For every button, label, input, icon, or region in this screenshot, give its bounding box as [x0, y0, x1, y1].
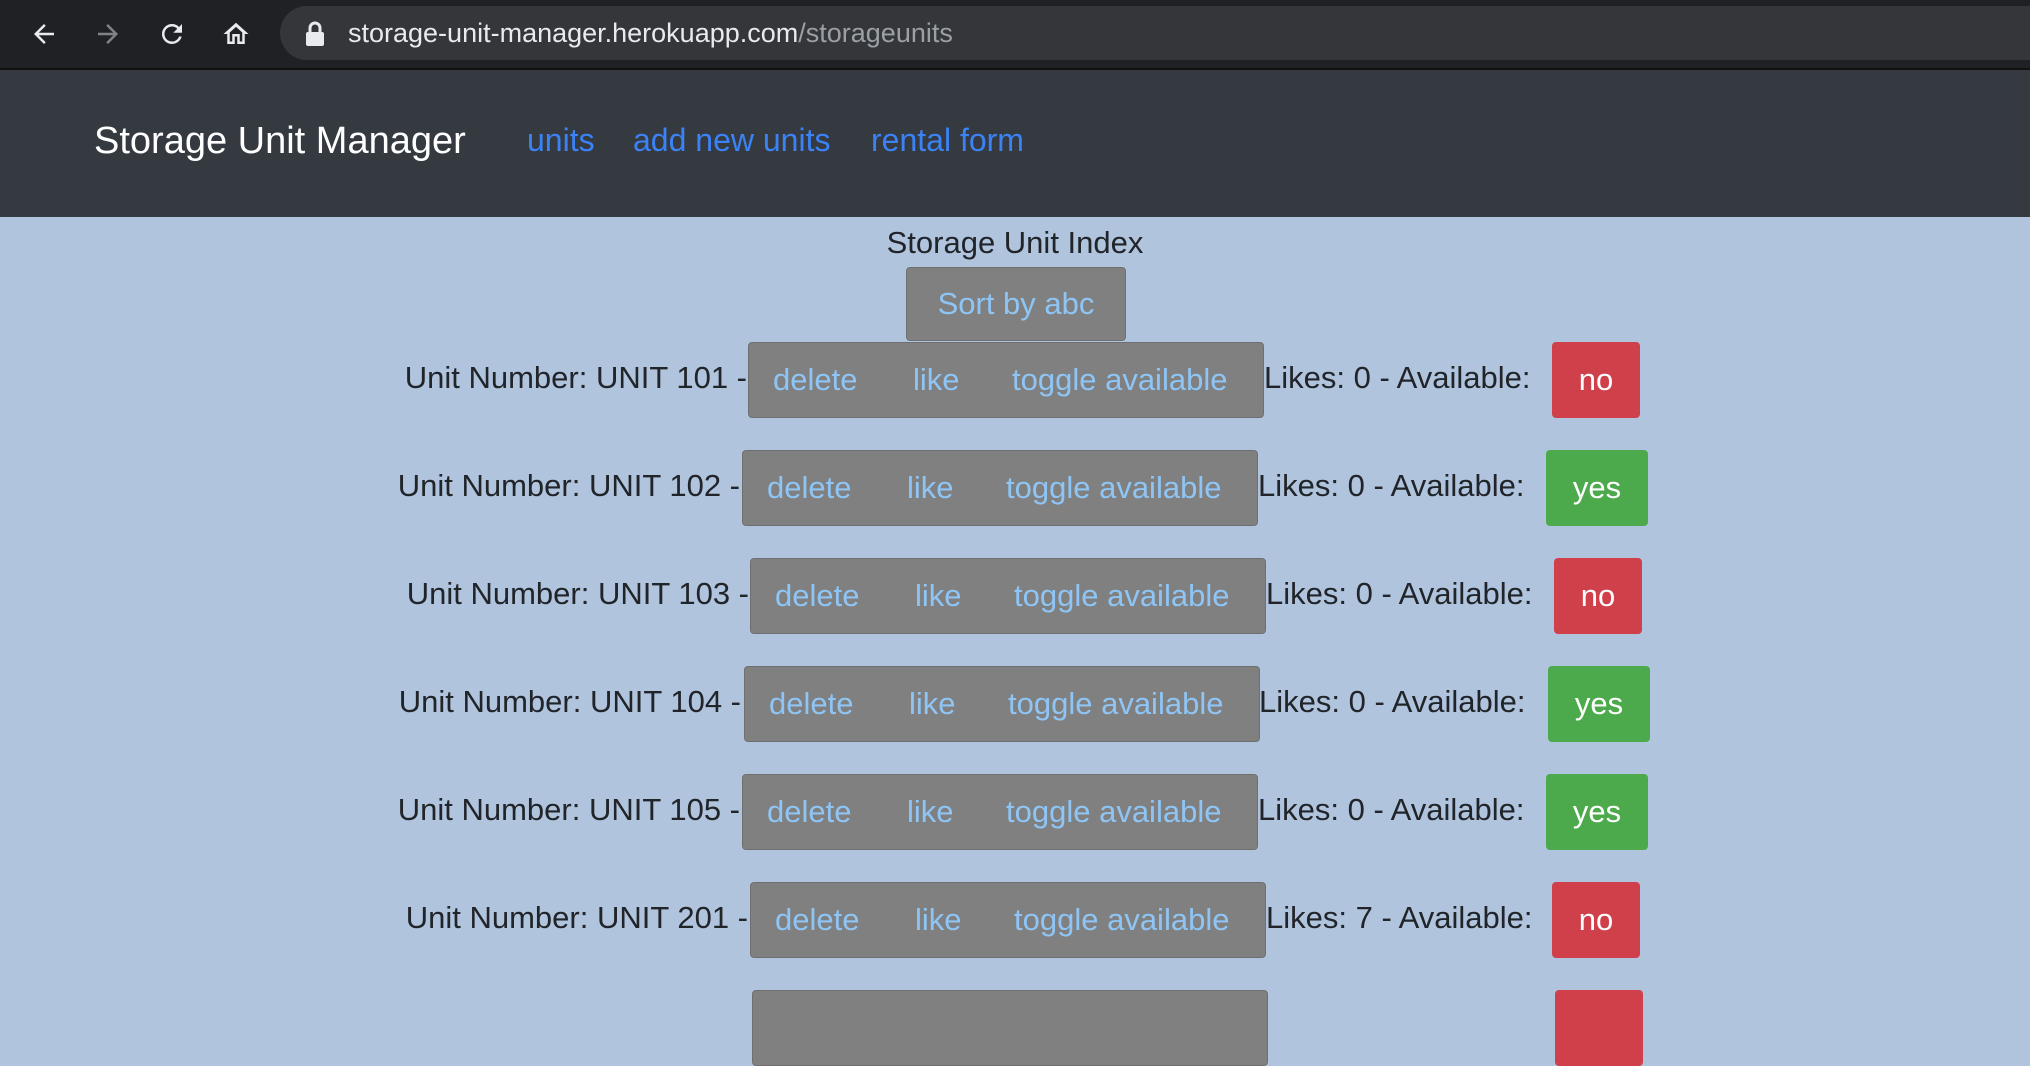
page-title: Storage Unit Index [886, 225, 1144, 260]
nav-link-add-new-units[interactable]: add new units [633, 122, 830, 159]
unit-row: Unit Number: UNIT 102 - delete like togg… [0, 450, 2030, 526]
available-badge: yes [1546, 774, 1648, 850]
unit-action-group: delete like toggle available [742, 774, 1258, 850]
toggle-available-button[interactable]: toggle available [1006, 470, 1221, 506]
url-path: /storageunits [798, 18, 953, 48]
toggle-available-button[interactable]: toggle available [1012, 362, 1227, 398]
unit-number-label: Unit Number: UNIT 103 - [406, 576, 749, 611]
unit-number-label: Unit Number: UNIT 101 - [404, 360, 747, 395]
delete-button[interactable]: delete [775, 902, 859, 938]
available-badge: yes [1546, 450, 1648, 526]
available-badge: no [1552, 882, 1640, 958]
available-badge: yes [1548, 666, 1650, 742]
unit-stats: Likes: 0 - Available: [1258, 468, 1525, 503]
like-button[interactable]: like [913, 362, 960, 398]
home-icon[interactable] [214, 12, 258, 56]
unit-stats: Likes: 0 - Available: [1259, 684, 1526, 719]
like-button[interactable]: like [915, 578, 962, 614]
unit-action-group: delete like toggle available [750, 558, 1266, 634]
reload-icon[interactable] [150, 12, 194, 56]
unit-row-partial [0, 990, 2030, 1066]
unit-action-group [752, 990, 1268, 1066]
unit-number-label: Unit Number: UNIT 102 - [397, 468, 740, 503]
like-button[interactable]: like [907, 470, 954, 506]
nav-link-units[interactable]: units [527, 122, 595, 159]
unit-action-group: delete like toggle available [748, 342, 1264, 418]
url-text[interactable]: storage-unit-manager.herokuapp.com/stora… [348, 14, 953, 52]
toggle-available-button[interactable]: toggle available [1006, 794, 1221, 830]
unit-stats: Likes: 7 - Available: [1266, 900, 1533, 935]
browser-toolbar: storage-unit-manager.herokuapp.com/stora… [0, 0, 2030, 70]
delete-button[interactable]: delete [767, 470, 851, 506]
app-navbar: Storage Unit Manager units add new units… [0, 70, 2030, 217]
available-badge: no [1552, 342, 1640, 418]
unit-row: Unit Number: UNIT 101 - delete like togg… [0, 342, 2030, 418]
nav-link-rental-form[interactable]: rental form [871, 122, 1024, 159]
unit-action-group: delete like toggle available [744, 666, 1260, 742]
delete-button[interactable]: delete [769, 686, 853, 722]
main-content: Storage Unit Index Sort by abc Unit Numb… [0, 217, 2030, 1066]
forward-arrow-icon[interactable] [86, 12, 130, 56]
unit-row: Unit Number: UNIT 104 - delete like togg… [0, 666, 2030, 742]
unit-action-group: delete like toggle available [750, 882, 1266, 958]
unit-action-group: delete like toggle available [742, 450, 1258, 526]
unit-number-label: Unit Number: UNIT 105 - [397, 792, 740, 827]
delete-button[interactable]: delete [775, 578, 859, 614]
url-host: storage-unit-manager.herokuapp.com [348, 18, 799, 48]
toggle-available-button[interactable]: toggle available [1008, 686, 1223, 722]
like-button[interactable]: like [915, 902, 962, 938]
brand-title[interactable]: Storage Unit Manager [94, 120, 466, 163]
sort-button[interactable]: Sort by abc [906, 267, 1126, 341]
lock-icon [304, 21, 326, 47]
unit-row: Unit Number: UNIT 105 - delete like togg… [0, 774, 2030, 850]
unit-row: Unit Number: UNIT 201 - delete like togg… [0, 882, 2030, 958]
toggle-available-button[interactable]: toggle available [1014, 578, 1229, 614]
back-arrow-icon[interactable] [22, 12, 66, 56]
like-button[interactable]: like [907, 794, 954, 830]
delete-button[interactable]: delete [767, 794, 851, 830]
like-button[interactable]: like [909, 686, 956, 722]
unit-number-label: Unit Number: UNIT 201 - [405, 900, 748, 935]
unit-row: Unit Number: UNIT 103 - delete like togg… [0, 558, 2030, 634]
available-badge: no [1554, 558, 1642, 634]
available-badge [1555, 990, 1643, 1066]
delete-button[interactable]: delete [773, 362, 857, 398]
toggle-available-button[interactable]: toggle available [1014, 902, 1229, 938]
unit-stats: Likes: 0 - Available: [1258, 792, 1525, 827]
unit-number-label: Unit Number: UNIT 104 - [398, 684, 741, 719]
unit-stats: Likes: 0 - Available: [1264, 360, 1531, 395]
unit-stats: Likes: 0 - Available: [1266, 576, 1533, 611]
